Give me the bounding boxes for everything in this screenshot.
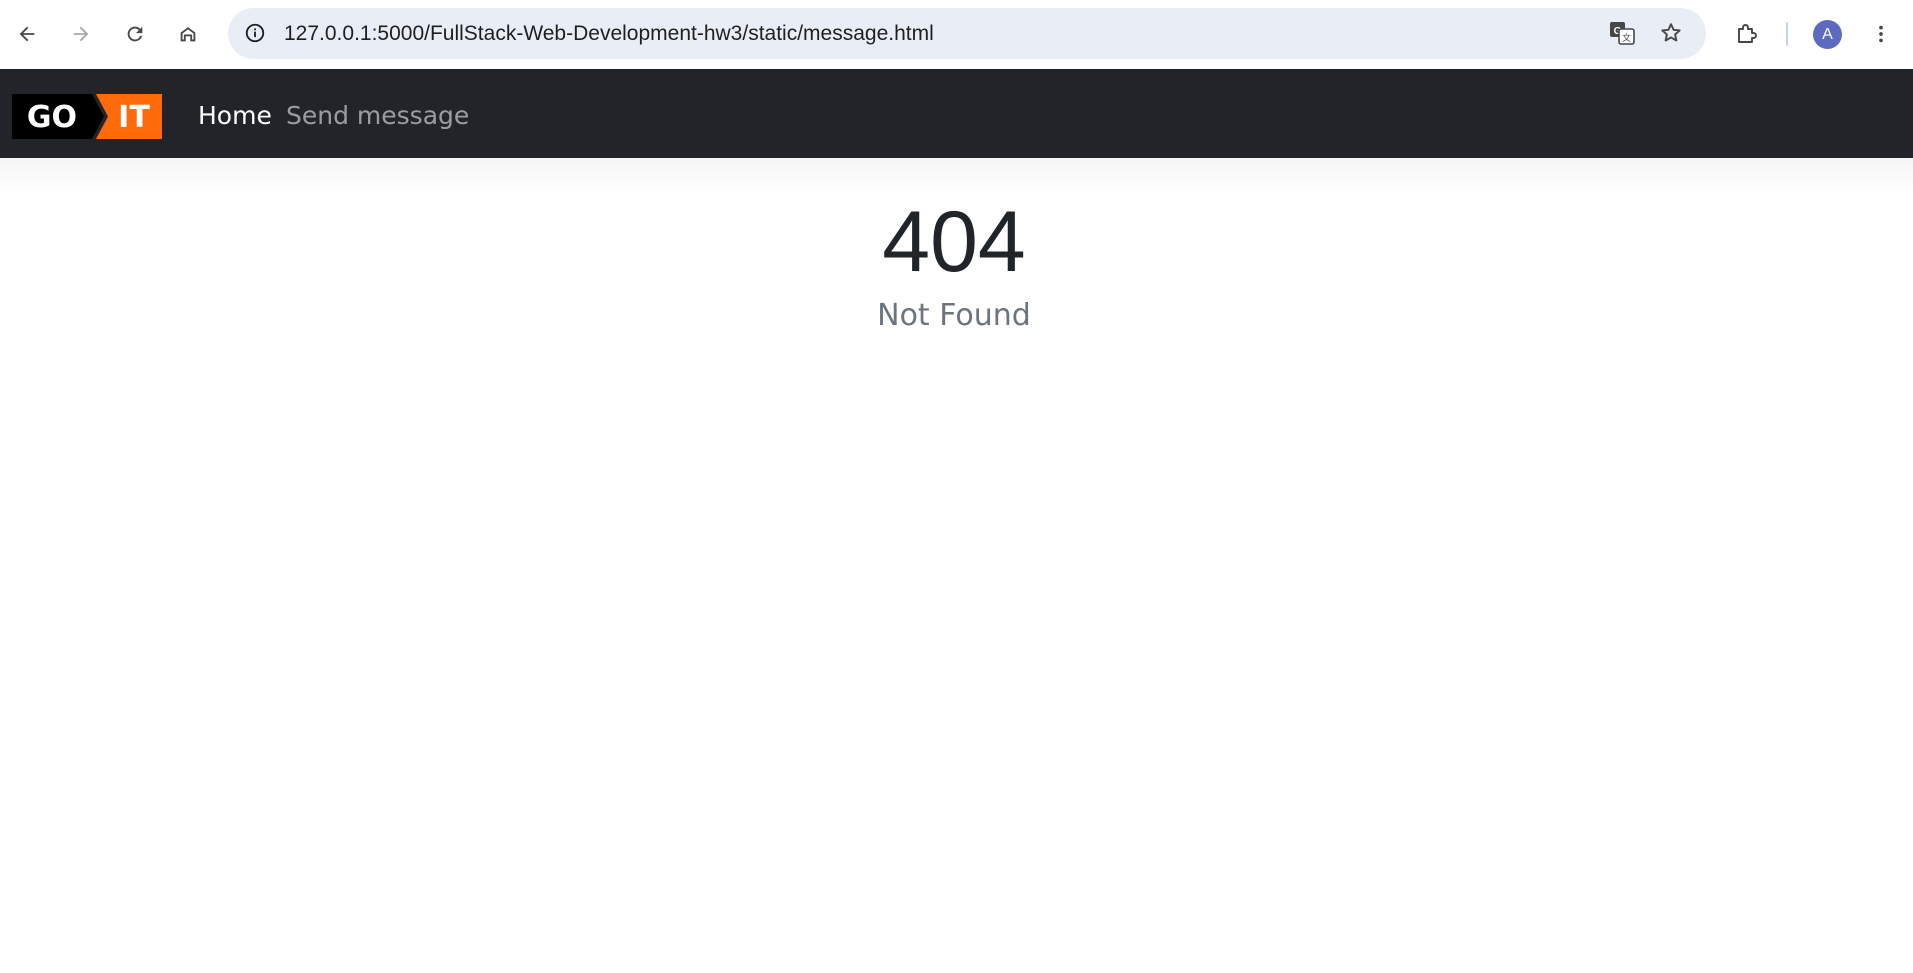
- profile-avatar[interactable]: A: [1813, 20, 1842, 49]
- nav-link-home[interactable]: Home: [198, 69, 272, 158]
- extensions-icon: [1738, 24, 1757, 43]
- back-button[interactable]: [7, 14, 47, 54]
- forward-button[interactable]: [61, 14, 101, 54]
- site-navbar: GO IT Home Send message: [0, 69, 1913, 158]
- url-text[interactable]: 127.0.0.1:5000/FullStack-Web-Development…: [284, 8, 934, 59]
- bookmark-button[interactable]: [1654, 16, 1688, 50]
- error-code: 404: [882, 194, 1026, 290]
- site-info-button[interactable]: [238, 16, 272, 50]
- translate-icon: G 文: [1610, 22, 1635, 45]
- site-info-icon: [245, 23, 265, 43]
- nav-link-send-message[interactable]: Send message: [286, 69, 469, 158]
- goit-logo[interactable]: GO IT: [12, 94, 162, 139]
- browser-toolbar: 127.0.0.1:5000/FullStack-Web-Development…: [0, 0, 1913, 69]
- reload-icon: [127, 26, 143, 42]
- extensions-button[interactable]: [1727, 14, 1767, 54]
- bookmark-star-icon: [1661, 23, 1681, 42]
- logo-text-go: GO: [27, 100, 77, 135]
- error-message: Not Found: [877, 298, 1031, 333]
- browser-menu-button[interactable]: [1861, 14, 1901, 54]
- logo-text-it: IT: [118, 100, 150, 135]
- back-icon: [19, 26, 35, 42]
- svg-text:文: 文: [1622, 32, 1631, 44]
- toolbar-divider: [1786, 22, 1788, 46]
- home-icon: [180, 27, 196, 42]
- forward-icon: [73, 26, 89, 42]
- main-content: 404 Not Found: [0, 158, 1913, 973]
- home-button[interactable]: [168, 14, 208, 54]
- translate-button[interactable]: G 文: [1605, 16, 1639, 50]
- menu-icon: [1879, 25, 1883, 43]
- reload-button[interactable]: [115, 14, 155, 54]
- address-bar[interactable]: 127.0.0.1:5000/FullStack-Web-Development…: [228, 8, 1706, 59]
